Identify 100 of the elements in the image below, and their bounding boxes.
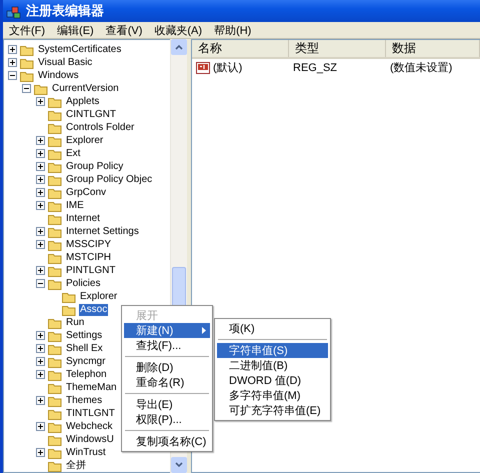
collapse-icon[interactable]: [22, 84, 31, 93]
expand-icon[interactable]: [36, 162, 45, 171]
tree-item[interactable]: PINTLGNT: [65, 264, 116, 276]
collapse-icon[interactable]: [36, 279, 45, 288]
tree-item[interactable]: Syncmgr: [65, 356, 106, 368]
menu-item[interactable]: 重命名(R): [124, 375, 210, 390]
menu-item[interactable]: 二进制值(B): [217, 358, 328, 373]
column-header[interactable]: 类型: [289, 40, 386, 57]
folder-icon: [48, 446, 62, 458]
expand-icon[interactable]: [8, 45, 17, 54]
value-name[interactable]: (默认): [213, 60, 242, 75]
folder-icon: [48, 394, 62, 406]
expand-icon[interactable]: [36, 175, 45, 184]
expand-icon[interactable]: [36, 422, 45, 431]
folder-icon: [48, 420, 62, 432]
tree-item[interactable]: Explorer: [79, 290, 118, 302]
menu-item[interactable]: 收藏夹(A): [152, 22, 204, 38]
expand-icon[interactable]: [36, 97, 45, 106]
tree-item[interactable]: Applets: [65, 96, 100, 108]
expand-icon[interactable]: [36, 448, 45, 457]
collapse-icon[interactable]: [8, 71, 17, 80]
tree-item[interactable]: Controls Folder: [65, 122, 136, 134]
folder-icon: [48, 200, 62, 212]
folder-icon: [48, 226, 62, 238]
column-header[interactable]: 名称: [192, 40, 289, 57]
expand-icon[interactable]: [36, 136, 45, 145]
folder-icon: [48, 252, 62, 264]
expand-icon[interactable]: [36, 396, 45, 405]
tree-item[interactable]: 全拼: [65, 460, 87, 472]
tree-item[interactable]: Webcheck: [65, 420, 114, 432]
folder-icon: [48, 316, 62, 328]
folder-icon: [48, 330, 62, 342]
tree-item[interactable]: CurrentVersion: [51, 82, 120, 94]
tree-item[interactable]: Assoc: [79, 304, 108, 316]
expand-icon[interactable]: [36, 370, 45, 379]
value-type: REG_SZ: [292, 62, 338, 74]
tree-item[interactable]: WinTrust: [65, 446, 107, 458]
tree-item[interactable]: Internet Settings: [65, 226, 140, 238]
menu-item[interactable]: 导出(E): [124, 397, 210, 412]
menu-item[interactable]: 字符串值(S): [217, 343, 328, 358]
folder-icon: [48, 186, 62, 198]
tree-item[interactable]: CINTLGNT: [65, 108, 117, 120]
expand-icon[interactable]: [36, 188, 45, 197]
menu-item[interactable]: 编辑(E): [55, 22, 96, 38]
menu-item[interactable]: 项(K): [217, 321, 328, 336]
tree-item[interactable]: Visual Basic: [37, 56, 94, 68]
expand-icon[interactable]: [36, 240, 45, 249]
tree-item[interactable]: WindowsU: [65, 434, 115, 446]
expand-icon[interactable]: [36, 357, 45, 366]
menu-item[interactable]: 多字符串值(M): [217, 388, 328, 403]
menu-item[interactable]: 删除(D): [124, 360, 210, 375]
tree-item[interactable]: Themes: [65, 394, 104, 406]
expand-icon[interactable]: [36, 331, 45, 340]
scroll-up-icon: [174, 43, 184, 51]
menu-item[interactable]: 复制项名称(C): [124, 434, 210, 449]
tree-item[interactable]: Internet: [65, 212, 101, 224]
expand-icon[interactable]: [36, 227, 45, 236]
scroll-down-icon: [174, 461, 184, 469]
expand-icon[interactable]: [36, 266, 45, 275]
menu-item[interactable]: 查看(V): [104, 22, 144, 38]
menu-item[interactable]: 权限(P)...: [124, 412, 210, 427]
menu-item[interactable]: 可扩充字符串值(E): [217, 403, 328, 418]
menu-item[interactable]: DWORD 值(D): [217, 373, 328, 388]
value-data: (数值未设置): [389, 61, 454, 75]
folder-icon: [48, 382, 62, 394]
tree-item[interactable]: Windows: [37, 70, 80, 82]
tree-item[interactable]: TINTLGNT: [65, 408, 116, 420]
folder-icon: [20, 44, 34, 56]
tree-item[interactable]: Group Policy: [65, 160, 124, 172]
expand-icon[interactable]: [36, 149, 45, 158]
tree-item[interactable]: Group Policy Objec: [65, 174, 154, 186]
expand-icon[interactable]: [8, 58, 17, 67]
folder-icon: [34, 82, 48, 94]
expand-icon[interactable]: [36, 344, 45, 353]
tree-item[interactable]: SystemCertificates: [37, 44, 122, 56]
menu-item[interactable]: 文件(F): [7, 22, 48, 38]
folder-icon: [62, 290, 76, 302]
menu-item[interactable]: 新建(N): [124, 323, 210, 338]
folder-icon: [48, 356, 62, 368]
folder-icon: [20, 56, 34, 68]
column-header[interactable]: 数据: [386, 40, 480, 57]
folder-icon: [48, 342, 62, 354]
menu-item[interactable]: 帮助(H): [212, 22, 254, 38]
tree-item[interactable]: GrpConv: [65, 186, 108, 198]
tree-item[interactable]: Shell Ex: [65, 342, 104, 354]
tree-item[interactable]: Ext: [65, 148, 82, 160]
tree-item[interactable]: MSSCIPY: [65, 238, 112, 250]
tree-item[interactable]: Policies: [65, 278, 102, 290]
folder-icon: [48, 108, 62, 120]
tree-item[interactable]: Explorer: [65, 134, 104, 146]
folder-icon: [48, 434, 62, 446]
tree-item[interactable]: ThemeMan: [65, 382, 118, 394]
tree-item[interactable]: Settings: [65, 330, 104, 342]
tree-item[interactable]: Telephon: [65, 368, 108, 380]
tree-item[interactable]: MSTCIPH: [65, 252, 112, 264]
tree-item[interactable]: Run: [65, 316, 86, 328]
expand-icon[interactable]: [36, 201, 45, 210]
folder-icon: [62, 304, 76, 316]
menu-item[interactable]: 查找(F)...: [124, 338, 210, 353]
tree-item[interactable]: IME: [65, 200, 85, 212]
